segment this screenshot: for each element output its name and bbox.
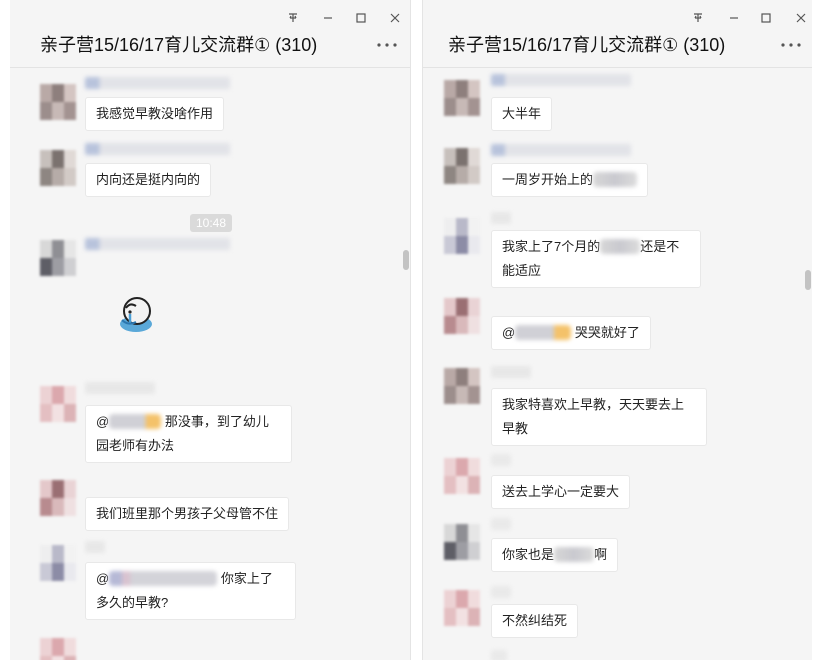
chat-title: 亲子营15/16/17育儿交流群① (310) <box>448 35 726 55</box>
chat-window-right: 亲子营15/16/17育儿交流群① (310) 大半年 一周岁开始上的 我家上了… <box>422 0 812 660</box>
scrollbar-thumb[interactable] <box>403 250 409 270</box>
sender-name-blurred <box>491 586 511 598</box>
chat-title: 亲子营15/16/17育儿交流群① (310) <box>40 35 318 55</box>
avatar[interactable] <box>444 80 480 116</box>
sender-name-blurred <box>491 518 511 530</box>
message-bubble: @ 那没事，到了幼儿园老师有办法 <box>85 405 292 463</box>
mention-symbol: @ <box>96 571 110 586</box>
message-timestamp: 10:48 <box>190 214 233 232</box>
sender-name-blurred <box>85 77 230 89</box>
sender-name-blurred <box>491 144 631 156</box>
avatar[interactable] <box>40 638 76 660</box>
mention-symbol: @ <box>502 325 516 340</box>
chat-header: 亲子营15/16/17育儿交流群① (310) <box>423 0 812 68</box>
sender-name-blurred <box>491 650 507 660</box>
message-bubble: 我感觉早教没啥作用 <box>85 97 225 131</box>
sender-name-blurred <box>491 212 511 224</box>
message-bubble: 一周岁开始上的 <box>491 163 649 197</box>
maximize-icon[interactable] <box>354 11 368 25</box>
sender-name-blurred <box>85 382 155 394</box>
sender-name-blurred <box>85 143 230 155</box>
avatar[interactable] <box>444 148 480 184</box>
close-icon[interactable] <box>388 11 402 25</box>
more-icon[interactable] <box>780 40 802 50</box>
avatar[interactable] <box>444 524 480 560</box>
message-text: 哭哭就好了 <box>574 325 640 340</box>
sender-name-blurred <box>85 238 230 250</box>
pin-icon[interactable] <box>691 11 705 25</box>
sender-name-blurred <box>491 366 531 378</box>
message-text: 啊 <box>594 547 608 562</box>
message-bubble: 我家上了7个月的 还是不能适应 <box>491 230 701 288</box>
message-bubble: @ 你家上了多久的早教? <box>85 562 296 620</box>
pin-icon[interactable] <box>286 11 300 25</box>
message-text: 你家也是 <box>502 547 555 562</box>
sender-name-blurred <box>491 454 511 466</box>
message-bubble: 我家特喜欢上早教，天天要去上早教 <box>491 388 707 446</box>
avatar[interactable] <box>444 590 480 626</box>
message-bubble: @ 哭哭就好了 <box>491 316 651 350</box>
chat-window-left: 亲子营15/16/17育儿交流群① (310) 我感觉早教没啥作用 内向还是挺内… <box>10 0 411 660</box>
avatar[interactable] <box>40 240 76 276</box>
sender-name-blurred <box>85 541 105 553</box>
mention-symbol: @ <box>96 414 110 429</box>
mention-name-blurred <box>515 325 572 340</box>
message-bubble: 大半年 <box>491 97 553 131</box>
avatar[interactable] <box>444 218 480 254</box>
avatar[interactable] <box>40 150 76 186</box>
mention-name-blurred <box>109 571 218 586</box>
content-blurred <box>593 172 638 187</box>
avatar[interactable] <box>444 298 480 334</box>
message-bubble: 你家也是 啊 <box>491 538 619 572</box>
content-blurred <box>554 547 595 562</box>
avatar[interactable] <box>444 458 480 494</box>
avatar[interactable] <box>40 84 76 120</box>
minimize-icon[interactable] <box>727 11 741 25</box>
scrollbar-thumb[interactable] <box>805 270 811 290</box>
message-bubble: 内向还是挺内向的 <box>85 163 212 197</box>
avatar[interactable] <box>40 545 76 581</box>
close-icon[interactable] <box>794 11 808 25</box>
message-bubble: 送去上学心一定要大 <box>491 475 631 509</box>
content-blurred <box>600 239 641 254</box>
message-bubble: 不然纠结死 <box>491 604 579 638</box>
avatar[interactable] <box>40 480 76 516</box>
sender-name-blurred <box>491 74 631 86</box>
chat-header: 亲子营15/16/17育儿交流群① (310) <box>10 0 410 68</box>
mention-name-blurred <box>109 414 162 429</box>
minimize-icon[interactable] <box>321 11 335 25</box>
message-bubble: 我们班里那个男孩子父母管不住 <box>85 497 290 531</box>
crying-cartoon-sticker[interactable] <box>116 294 156 334</box>
message-text: 我家上了7个月的 <box>502 239 601 254</box>
avatar[interactable] <box>40 386 76 422</box>
avatar[interactable] <box>444 368 480 404</box>
maximize-icon[interactable] <box>759 11 773 25</box>
message-text: 一周岁开始上的 <box>502 172 594 187</box>
more-icon[interactable] <box>376 40 398 50</box>
